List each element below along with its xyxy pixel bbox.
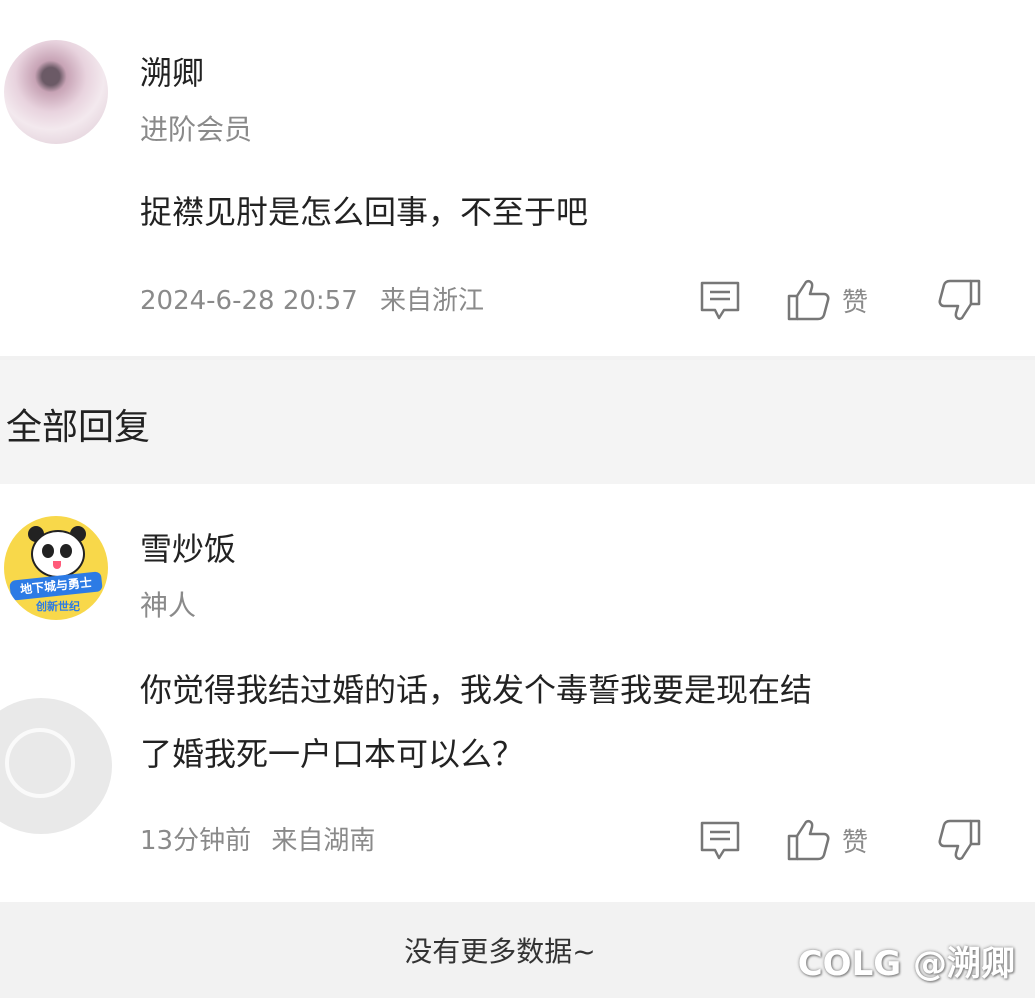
panda-head bbox=[31, 530, 85, 578]
reply-meta: 13分钟前 来自湖南 bbox=[140, 820, 375, 857]
watermark: COLG @溯卿 bbox=[797, 944, 1015, 984]
username[interactable]: 溯卿 bbox=[140, 48, 204, 94]
member-badge: 进阶会员 bbox=[140, 113, 253, 146]
like-label[interactable]: 赞 bbox=[842, 822, 868, 859]
comment-content: 捉襟见肘是怎么回事，不至于吧 bbox=[140, 193, 589, 231]
section-title: 全部回复 bbox=[6, 407, 151, 448]
reply-content: 你觉得我结过婚的话，我发个毒誓我要是现在结 了婚我死一户口本可以么？ bbox=[140, 658, 1000, 786]
comment-icon[interactable] bbox=[698, 820, 742, 862]
timestamp: 13分钟前 bbox=[140, 826, 252, 856]
panda-eye bbox=[42, 544, 54, 558]
comment-meta: 2024-6-28 20:57 来自浙江 bbox=[140, 280, 484, 317]
comment-icon[interactable] bbox=[698, 280, 742, 322]
avatar-subtext: 创新世纪 bbox=[36, 600, 80, 613]
avatar[interactable] bbox=[4, 40, 108, 144]
timestamp: 2024-6-28 20:57 bbox=[140, 286, 358, 316]
like-label[interactable]: 赞 bbox=[842, 282, 868, 319]
avatar[interactable]: 地下城与勇士 创新世纪 bbox=[4, 516, 108, 620]
avatar-banner: 地下城与勇士 bbox=[9, 571, 103, 601]
thumbs-down-icon[interactable] bbox=[936, 818, 982, 862]
main-comment: 溯卿 进阶会员 捉襟见肘是怎么回事，不至于吧 2024-6-28 20:57 来… bbox=[0, 0, 1035, 360]
reply-content-line: 你觉得我结过婚的话，我发个毒誓我要是现在结 bbox=[140, 671, 813, 709]
username[interactable]: 雪炒饭 bbox=[140, 524, 236, 570]
member-badge: 神人 bbox=[140, 589, 197, 622]
thumbs-up-icon[interactable] bbox=[786, 278, 832, 322]
panda-tongue bbox=[53, 561, 61, 569]
panda-eye bbox=[60, 544, 72, 558]
thumbs-up-icon[interactable] bbox=[786, 818, 832, 862]
location: 来自湖南 bbox=[271, 826, 376, 856]
replies-section-bar bbox=[0, 360, 1035, 484]
reply-content-line: 了婚我死一户口本可以么？ bbox=[140, 735, 525, 773]
circle-icon bbox=[5, 728, 75, 798]
thumbs-down-icon[interactable] bbox=[936, 278, 982, 322]
location: 来自浙江 bbox=[380, 286, 485, 316]
